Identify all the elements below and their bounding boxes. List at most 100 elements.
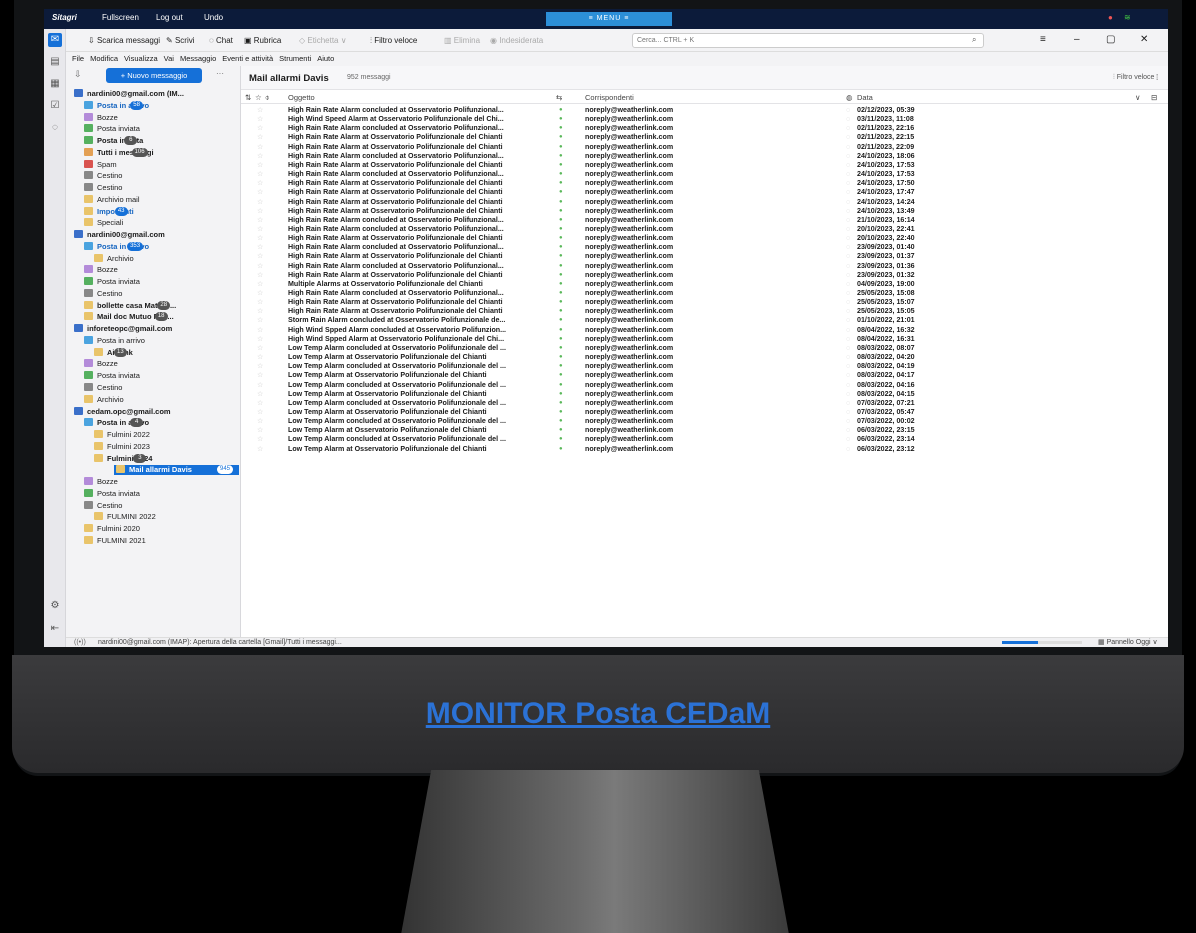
app-menu-icon[interactable]: ≡ xyxy=(1040,34,1046,45)
star-icon[interactable]: ☆ xyxy=(257,133,263,142)
unread-dot-icon[interactable]: ● xyxy=(559,335,563,344)
star-icon[interactable]: ☆ xyxy=(257,161,263,170)
unread-dot-icon[interactable]: ● xyxy=(559,344,563,353)
message-row[interactable]: ☆ High Wind Speed Alarm at Osservatorio P… xyxy=(241,115,1168,124)
unread-dot-icon[interactable]: ● xyxy=(559,124,563,133)
unread-dot-icon[interactable]: ● xyxy=(559,143,563,152)
chat-icon[interactable]: ◌ xyxy=(48,121,62,135)
junk-status-icon[interactable]: ◌ xyxy=(846,307,850,316)
minimize-icon[interactable]: – xyxy=(1074,34,1080,45)
menu-item[interactable]: Aiuto xyxy=(317,52,334,66)
star-icon[interactable]: ☆ xyxy=(257,124,263,133)
quick-filter-toggle[interactable]: ⫶ Filtro veloce xyxy=(1113,74,1154,82)
close-icon[interactable]: ✕ xyxy=(1140,34,1148,45)
menu-button[interactable]: ≡ MENU ≡ xyxy=(546,12,672,26)
message-row[interactable]: ☆ Low Temp Alarm concluded at Osservatori… xyxy=(241,381,1168,390)
menu-item[interactable]: File xyxy=(72,52,84,66)
account-item[interactable]: nardini00@gmail.com (IM... xyxy=(74,89,184,99)
star-icon[interactable]: ☆ xyxy=(257,115,263,124)
search-input[interactable] xyxy=(632,33,984,48)
today-pane-button[interactable]: ▦ Pannello Oggi ∨ xyxy=(1098,638,1158,647)
junk-status-icon[interactable]: ◌ xyxy=(846,353,850,362)
unread-dot-icon[interactable]: ● xyxy=(559,225,563,234)
folder-item[interactable]: Posta inviata xyxy=(84,488,140,499)
folder-item[interactable]: Bozze xyxy=(84,265,118,275)
folder-item[interactable]: Cestino xyxy=(84,383,122,393)
star-icon[interactable]: ☆ xyxy=(257,106,263,115)
undo-button[interactable]: Undo xyxy=(204,13,223,22)
folder-item[interactable]: Bozze xyxy=(84,477,118,487)
junk-button[interactable]: ◉ Indesiderata xyxy=(490,36,543,45)
star-icon[interactable]: ☆ xyxy=(257,289,263,298)
unread-dot-icon[interactable]: ● xyxy=(559,207,563,216)
unread-dot-icon[interactable]: ● xyxy=(559,280,563,289)
folder-item[interactable]: Speciali xyxy=(84,218,123,228)
delete-button[interactable]: ▥ Elimina xyxy=(444,36,480,45)
mail-icon[interactable]: ✉ xyxy=(48,33,62,47)
junk-status-icon[interactable]: ◌ xyxy=(846,417,850,426)
junk-status-icon[interactable]: ◌ xyxy=(846,133,850,142)
unread-dot-icon[interactable]: ● xyxy=(559,326,563,335)
folder-item[interactable]: Tutti i messaggi 106 xyxy=(84,147,154,158)
more-icon[interactable]: ··· xyxy=(216,69,224,78)
message-row[interactable]: ☆ Low Temp Alarm at Osservatorio Polifunz… xyxy=(241,353,1168,362)
unread-dot-icon[interactable]: ● xyxy=(559,188,563,197)
folder-item[interactable]: Fulmini 2022 xyxy=(94,430,150,440)
junk-status-icon[interactable]: ◌ xyxy=(846,179,850,188)
star-icon[interactable]: ☆ xyxy=(257,316,263,325)
message-row[interactable]: ☆ Multiple Alarms at Osservatorio Polifun… xyxy=(241,280,1168,289)
menu-item[interactable]: Strumenti xyxy=(279,52,311,66)
message-row[interactable]: ☆ High Rain Rate Alarm at Osservatorio Po… xyxy=(241,298,1168,307)
junk-status-icon[interactable]: ◌ xyxy=(846,399,850,408)
correspondents-column[interactable]: Corrispondenti xyxy=(585,93,634,102)
folder-item[interactable]: Posta inviata xyxy=(84,371,140,381)
message-row[interactable]: ☆ High Rain Rate Alarm concluded at Osser… xyxy=(241,152,1168,161)
junk-status-icon[interactable]: ◌ xyxy=(846,161,850,170)
menu-item[interactable]: Eventi e attività xyxy=(222,52,273,66)
unread-dot-icon[interactable]: ● xyxy=(559,216,563,225)
unread-dot-icon[interactable]: ● xyxy=(559,161,563,170)
view-options-icon[interactable]: ⁞ xyxy=(1156,73,1158,82)
quick-filter-button[interactable]: ⫶ Filtro veloce xyxy=(370,36,417,46)
sort-chevron-icon[interactable]: ∨ xyxy=(1135,93,1141,102)
message-row[interactable]: ☆ High Rain Rate Alarm at Osservatorio Po… xyxy=(241,188,1168,197)
message-row[interactable]: ☆ Low Temp Alarm at Osservatorio Polifunz… xyxy=(241,445,1168,454)
star-icon[interactable]: ☆ xyxy=(257,335,263,344)
maximize-icon[interactable]: ▢ xyxy=(1106,34,1115,45)
junk-column-icon[interactable]: ◍ xyxy=(846,93,853,102)
unread-dot-icon[interactable]: ● xyxy=(559,316,563,325)
unread-dot-icon[interactable]: ● xyxy=(559,115,563,124)
folder-item[interactable]: Archivio xyxy=(84,394,124,405)
chat-button[interactable]: ◌ Chat xyxy=(209,36,233,45)
folder-item[interactable]: Bozze xyxy=(84,112,118,123)
junk-status-icon[interactable]: ◌ xyxy=(846,435,850,444)
message-row[interactable]: ☆ High Rain Rate Alarm concluded at Osser… xyxy=(241,124,1168,133)
junk-status-icon[interactable]: ◌ xyxy=(846,289,850,298)
folder-item[interactable]: Mail allarmi Davis 945 xyxy=(114,465,239,476)
folder-item[interactable]: Posta in arrivo 353 xyxy=(84,241,149,252)
folder-item[interactable]: Posta in arrivo 4 xyxy=(84,418,149,428)
date-column[interactable]: Data xyxy=(857,93,873,102)
star-icon[interactable]: ☆ xyxy=(257,362,263,371)
junk-status-icon[interactable]: ◌ xyxy=(846,252,850,261)
star-icon[interactable]: ☆ xyxy=(257,198,263,207)
star-icon[interactable]: ☆ xyxy=(257,207,263,216)
message-row[interactable]: ☆ High Rain Rate Alarm at Osservatorio Po… xyxy=(241,161,1168,170)
folder-item[interactable]: Fulmini 2024 3 xyxy=(94,453,152,464)
junk-status-icon[interactable]: ◌ xyxy=(846,408,850,417)
folder-item[interactable]: Cestino xyxy=(84,183,122,193)
message-row[interactable]: ☆ Low Temp Alarm concluded at Osservatori… xyxy=(241,399,1168,408)
junk-status-icon[interactable]: ◌ xyxy=(846,115,850,124)
unread-dot-icon[interactable]: ● xyxy=(559,362,563,371)
star-icon[interactable]: ☆ xyxy=(257,381,263,390)
account-item[interactable]: cedam.opc@gmail.com xyxy=(74,406,171,417)
calendar-icon[interactable]: ▦ xyxy=(48,77,62,91)
star-icon[interactable]: ☆ xyxy=(257,271,263,280)
star-icon[interactable]: ☆ xyxy=(257,307,263,316)
folder-item[interactable]: Spam xyxy=(84,159,117,170)
star-icon[interactable]: ☆ xyxy=(257,371,263,380)
tasks-icon[interactable]: ☑ xyxy=(48,99,62,113)
junk-status-icon[interactable]: ◌ xyxy=(846,298,850,307)
junk-status-icon[interactable]: ◌ xyxy=(846,243,850,252)
get-messages-icon[interactable]: ⇩ xyxy=(74,69,82,80)
